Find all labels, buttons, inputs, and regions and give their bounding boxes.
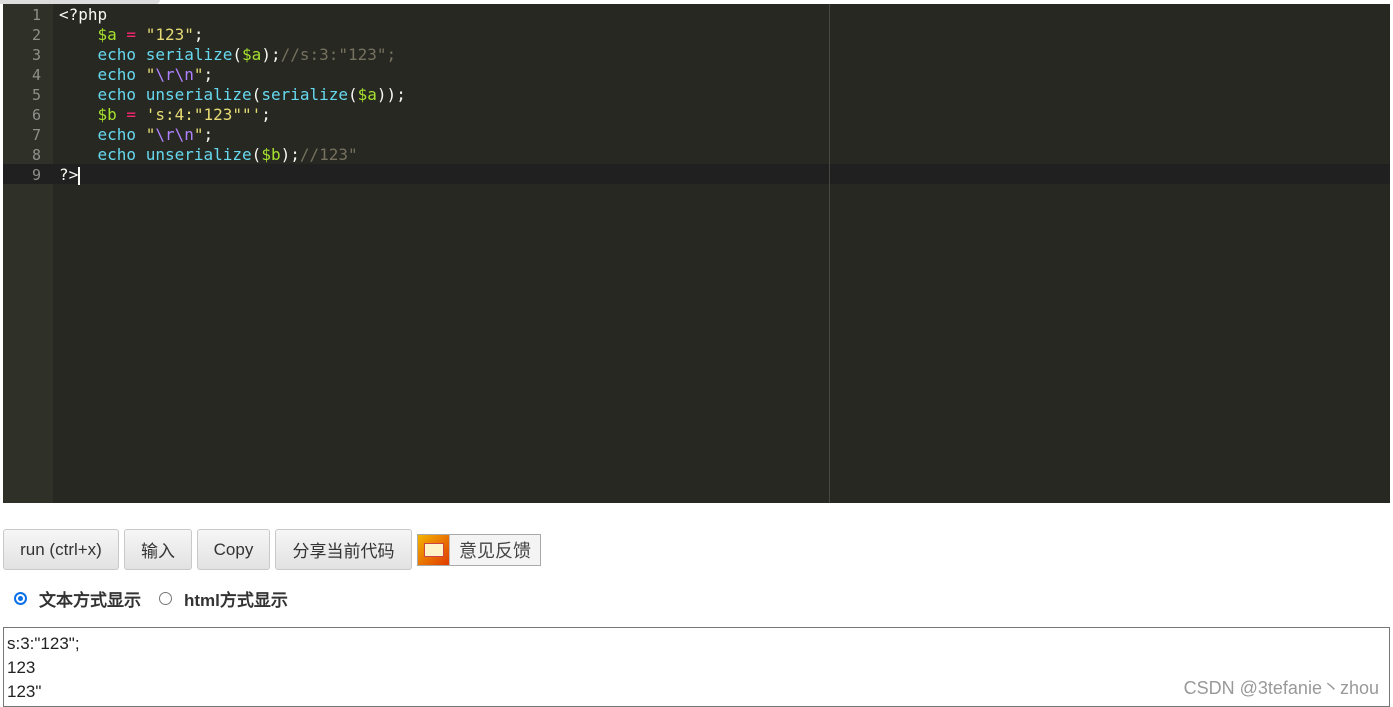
line-code: $a = "123"; <box>59 25 204 45</box>
line-number: 6 <box>31 106 41 124</box>
code-line[interactable]: 6 $b = 's:4:"123""'; <box>3 105 1390 125</box>
code-token: //s:3:"123"; <box>280 45 397 64</box>
code-token: ( <box>251 85 262 104</box>
radio-html-mode[interactable] <box>159 592 172 605</box>
code-token: " <box>145 65 156 84</box>
code-token: " <box>193 125 204 144</box>
code-token: ?> <box>59 165 79 184</box>
code-token: ); <box>280 145 300 164</box>
radio-html-mode-label[interactable]: html方式显示 <box>184 586 288 611</box>
code-token: = <box>116 25 146 44</box>
code-token: 's:4:"123""' <box>145 105 262 124</box>
code-token: unserialize <box>145 85 252 104</box>
code-line[interactable]: 8 echo unserialize($b);//123" <box>3 145 1390 165</box>
line-number: 5 <box>31 86 41 104</box>
output-line: 123 <box>7 658 36 677</box>
code-line[interactable]: 1 <?php <box>3 5 1390 25</box>
line-code: echo unserialize(serialize($a)); <box>59 85 406 105</box>
display-mode-group: 文本方式显示 html方式显示 <box>14 586 288 611</box>
line-code: ?> <box>59 165 81 185</box>
code-token: $b <box>97 105 117 124</box>
line-number: 8 <box>31 146 41 164</box>
code-token: $a <box>357 85 377 104</box>
line-number: 3 <box>31 46 41 64</box>
share-code-button[interactable]: 分享当前代码 <box>275 529 412 570</box>
code-token: echo <box>97 85 137 104</box>
text-cursor <box>78 166 81 185</box>
code-line[interactable]: 2 $a = "123"; <box>3 25 1390 45</box>
code-token: $a <box>242 45 262 64</box>
code-token: $a <box>97 25 117 44</box>
code-token: ; <box>261 105 271 124</box>
code-token: "123" <box>145 25 194 44</box>
code-token: ; <box>203 65 214 84</box>
code-lines[interactable]: 1 <?php 2 $a = "123"; 3 echo serialize($a);… <box>3 5 1390 185</box>
code-line[interactable]: 5 echo unserialize(serialize($a)); <box>3 85 1390 105</box>
code-token: ; <box>193 25 204 44</box>
code-line[interactable]: 3 echo serialize($a);//s:3:"123"; <box>3 45 1390 65</box>
feedback-label: 意见反馈 <box>449 535 540 565</box>
output-line: 123" <box>7 682 42 701</box>
code-token: )); <box>376 85 406 104</box>
radio-text-mode-label[interactable]: 文本方式显示 <box>39 586 141 611</box>
code-token: ( <box>251 145 262 164</box>
code-token: ; <box>203 125 214 144</box>
code-token: unserialize <box>145 145 252 164</box>
code-editor[interactable]: 1 <?php 2 $a = "123"; 3 echo serialize($a);… <box>3 4 1390 503</box>
watermark: CSDN @3tefanie丶zhou <box>1183 678 1379 698</box>
line-code: <?php <box>59 5 107 25</box>
line-number: 9 <box>31 166 41 184</box>
output-line: s:3:"123"; <box>7 634 80 653</box>
code-token: " <box>145 125 156 144</box>
code-line[interactable]: 7 echo "\r\n"; <box>3 125 1390 145</box>
code-token: echo <box>97 45 137 64</box>
code-token: echo <box>97 125 137 144</box>
code-token: $b <box>261 145 281 164</box>
code-token: //123" <box>299 145 358 164</box>
code-token: = <box>116 105 146 124</box>
code-token: \r\n <box>155 65 194 84</box>
code-line[interactable]: 4 echo "\r\n"; <box>3 65 1390 85</box>
mail-icon <box>418 535 449 565</box>
code-token: " <box>193 65 204 84</box>
code-token: ); <box>261 45 281 64</box>
code-token: ( <box>232 45 243 64</box>
code-token: \r\n <box>155 125 194 144</box>
radio-text-mode[interactable] <box>14 592 27 605</box>
line-code: $b = 's:4:"123""'; <box>59 105 271 125</box>
code-token: serialize <box>145 45 233 64</box>
code-token: echo <box>97 145 137 164</box>
feedback-button[interactable]: 意见反馈 <box>417 534 541 566</box>
line-code: echo "\r\n"; <box>59 65 214 85</box>
run-button[interactable]: run (ctrl+x) <box>3 529 119 570</box>
line-code: echo unserialize($b);//123" <box>59 145 358 165</box>
code-token: ( <box>348 85 358 104</box>
code-token: serialize <box>261 85 349 104</box>
line-number: 7 <box>31 126 41 144</box>
copy-button[interactable]: Copy <box>197 529 270 570</box>
code-token: <?php <box>59 5 108 24</box>
line-number: 2 <box>31 26 41 44</box>
line-code: echo "\r\n"; <box>59 125 214 145</box>
code-token: echo <box>97 65 137 84</box>
input-button[interactable]: 输入 <box>124 529 192 570</box>
line-number: 1 <box>31 6 41 24</box>
code-line[interactable]: 9 ?> <box>3 165 1390 185</box>
line-number: 4 <box>31 66 41 84</box>
line-code: echo serialize($a);//s:3:"123"; <box>59 45 397 65</box>
output-box[interactable]: s:3:"123"; 123 123" <box>3 627 1390 707</box>
